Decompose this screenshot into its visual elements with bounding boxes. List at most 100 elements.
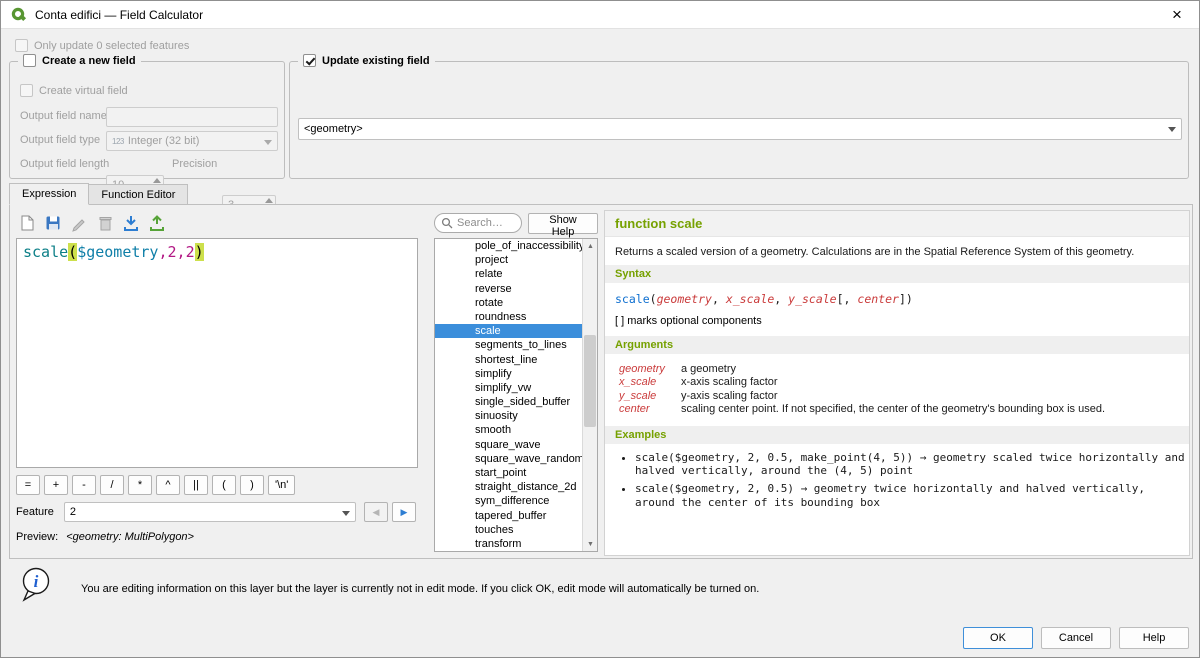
show-help-button[interactable]: Show Help xyxy=(528,213,598,234)
chevron-down-icon xyxy=(264,140,272,145)
ok-button[interactable]: OK xyxy=(963,627,1033,649)
operator-button[interactable]: ( xyxy=(212,475,236,495)
argument-name: center xyxy=(619,403,681,415)
operator-button[interactable]: ^ xyxy=(156,475,180,495)
help-description: Returns a scaled version of a geometry. … xyxy=(605,237,1189,265)
new-expression-icon[interactable] xyxy=(16,212,38,234)
existing-field-combo[interactable]: <geometry> xyxy=(298,118,1182,140)
expression-editor[interactable]: scale($geometry,2,2) xyxy=(16,238,418,468)
function-list-item[interactable]: pole_of_inaccessibility xyxy=(435,239,582,253)
function-list-item[interactable]: square_wave xyxy=(435,438,582,452)
function-list-item[interactable]: reverse xyxy=(435,282,582,296)
argument-desc: x-axis scaling factor xyxy=(681,376,1175,388)
output-field-name-label: Output field name xyxy=(20,110,107,122)
function-list-scrollbar[interactable]: ▲ ▼ xyxy=(582,239,597,551)
function-list-item[interactable]: start_point xyxy=(435,466,582,480)
create-new-field-checkbox[interactable]: Create a new field xyxy=(18,54,141,67)
function-list-item[interactable]: scale xyxy=(435,324,582,338)
edit-expression-icon xyxy=(68,212,90,234)
output-field-type-label: Output field type xyxy=(20,134,100,146)
close-icon[interactable]: × xyxy=(1155,1,1199,29)
operator-bar: =+-/*^||()'\n' xyxy=(16,475,295,495)
syntax-token: center xyxy=(857,292,899,306)
operator-button[interactable]: / xyxy=(100,475,124,495)
search-input[interactable] xyxy=(457,217,515,229)
function-list-item[interactable]: simplify_vw xyxy=(435,381,582,395)
code-token: $geometry xyxy=(77,243,158,261)
update-existing-field-checkbox[interactable]: Update existing field xyxy=(298,54,435,67)
scroll-up-icon[interactable]: ▲ xyxy=(583,239,598,253)
function-list-item[interactable]: sym_difference xyxy=(435,494,582,508)
syntax-token: [, xyxy=(837,292,858,306)
argument-row: y_scaley-axis scaling factor xyxy=(619,390,1175,402)
help-button[interactable]: Help xyxy=(1119,627,1189,649)
next-feature-button[interactable]: ▶ xyxy=(392,502,416,522)
output-field-type-combo: 123 Integer (32 bit) xyxy=(106,131,278,151)
feature-combo[interactable]: 2 xyxy=(64,502,356,522)
syntax-heading: Syntax xyxy=(605,265,1189,283)
tab-expression[interactable]: Expression xyxy=(9,183,89,205)
notice-message: You are editing information on this laye… xyxy=(81,583,759,595)
function-list: pole_of_inaccessibilityprojectrelatereve… xyxy=(434,238,598,552)
previous-feature-button: ◀ xyxy=(364,502,388,522)
code-token: ( xyxy=(68,243,77,261)
function-list-item[interactable]: segments_to_lines xyxy=(435,338,582,352)
function-list-item[interactable]: transform xyxy=(435,537,582,551)
create-virtual-field-checkbox: Create virtual field xyxy=(20,84,128,97)
examples-heading: Examples xyxy=(605,426,1189,444)
function-list-item[interactable]: relate xyxy=(435,267,582,281)
operator-button[interactable]: ) xyxy=(240,475,264,495)
preview-value: <geometry: MultiPolygon> xyxy=(66,531,194,543)
function-list-item[interactable]: sinuosity xyxy=(435,409,582,423)
arguments-heading: Arguments xyxy=(605,336,1189,354)
syntax-token: y_scale xyxy=(788,292,836,306)
function-list-item[interactable]: roundness xyxy=(435,310,582,324)
window-title: Conta edifici — Field Calculator xyxy=(35,8,203,22)
function-list-item[interactable]: smooth xyxy=(435,423,582,437)
examples-list: scale($geometry, 2, 0.5, make_point(4, 5… xyxy=(635,451,1189,510)
expression-code-line: scale($geometry,2,2) xyxy=(17,239,417,265)
function-help-panel: function scale Returns a scaled version … xyxy=(604,210,1190,556)
chevron-down-icon xyxy=(1168,127,1176,132)
checkbox-box xyxy=(15,39,28,52)
function-list-item[interactable]: tapered_buffer xyxy=(435,509,582,523)
scrollbar-thumb[interactable] xyxy=(584,335,596,427)
expression-tab-pane: scale($geometry,2,2) =+-/*^||()'\n' Feat… xyxy=(9,204,1193,559)
operator-button[interactable]: = xyxy=(16,475,40,495)
create-new-field-group: Create a new field Create virtual field … xyxy=(9,61,285,179)
syntax-token: geometry xyxy=(657,292,712,306)
qgis-logo-icon xyxy=(11,7,27,23)
cancel-button[interactable]: Cancel xyxy=(1041,627,1111,649)
tab-function-editor[interactable]: Function Editor xyxy=(88,184,188,205)
argument-desc: a geometry xyxy=(681,363,1175,375)
function-list-item[interactable]: simplify xyxy=(435,367,582,381)
function-list-item[interactable]: single_sided_buffer xyxy=(435,395,582,409)
function-list-item[interactable]: rotate xyxy=(435,296,582,310)
operator-button[interactable]: || xyxy=(184,475,208,495)
optional-note: [ ] marks optional components xyxy=(605,315,1189,336)
field-type-icon: 123 xyxy=(112,137,124,146)
code-token: , xyxy=(158,243,167,261)
function-list-item[interactable]: project xyxy=(435,253,582,267)
delete-expression-icon xyxy=(94,212,116,234)
search-box[interactable] xyxy=(434,213,522,233)
save-expression-icon[interactable] xyxy=(42,212,64,234)
code-token: 2 xyxy=(186,243,195,261)
dialog-button-row: OK Cancel Help xyxy=(1,627,1199,651)
operator-button[interactable]: + xyxy=(44,475,68,495)
export-expressions-icon[interactable] xyxy=(146,212,168,234)
import-expressions-icon[interactable] xyxy=(120,212,142,234)
function-list-item[interactable]: square_wave_random… xyxy=(435,452,582,466)
operator-button[interactable]: - xyxy=(72,475,96,495)
scroll-down-icon[interactable]: ▼ xyxy=(583,537,598,551)
function-list-item[interactable]: straight_distance_2d xyxy=(435,480,582,494)
operator-button[interactable]: * xyxy=(128,475,152,495)
argument-row: centerscaling center point. If not speci… xyxy=(619,403,1175,415)
function-list-item[interactable]: shortest_line xyxy=(435,353,582,367)
example-item: scale($geometry, 2, 0.5) → geometry twic… xyxy=(635,482,1189,510)
syntax-token: ] xyxy=(899,292,906,306)
feature-row: Feature 2 ◀ ▶ xyxy=(16,502,416,522)
argument-name: y_scale xyxy=(619,390,681,402)
function-list-item[interactable]: touches xyxy=(435,523,582,537)
operator-button[interactable]: '\n' xyxy=(268,475,295,495)
